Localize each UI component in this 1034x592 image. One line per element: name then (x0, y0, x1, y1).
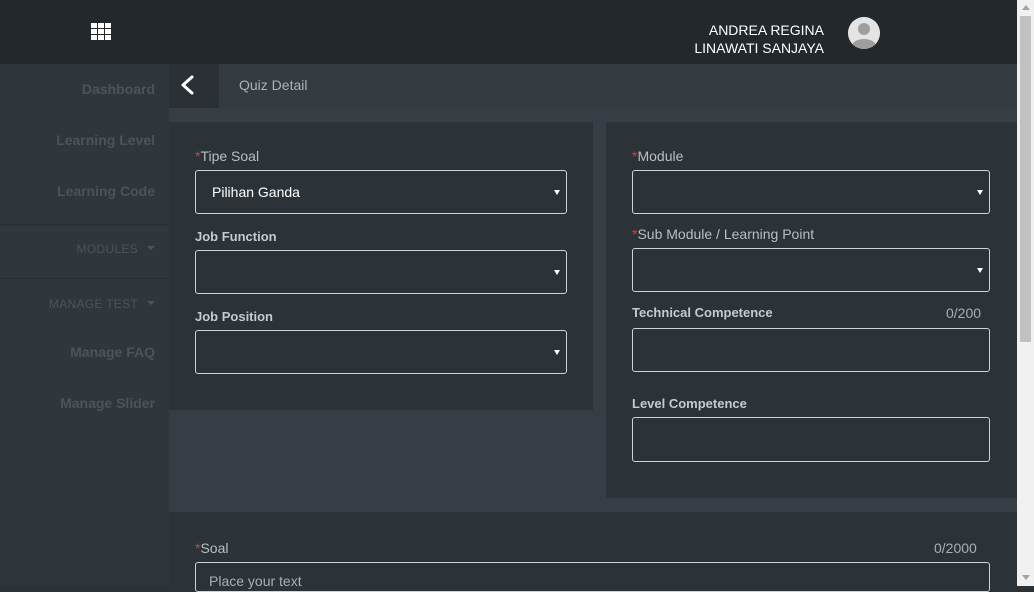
tipe-soal-label-text: Tipe Soal (200, 148, 260, 164)
module-select[interactable] (632, 170, 990, 214)
apps-grid-icon[interactable] (91, 23, 111, 40)
job-position-label: Job Position (195, 309, 273, 324)
tipe-soal-value: Pilihan Ganda (212, 184, 300, 200)
dropdown-arrow-icon (554, 350, 560, 355)
level-competence-label: Level Competence (632, 396, 747, 411)
chevron-left-icon (181, 75, 194, 95)
technical-competence-counter: 0/200 (946, 305, 982, 321)
sidebar-item-manage-slider[interactable]: Manage Slider (60, 395, 155, 411)
breadcrumb: Quiz Detail (169, 64, 1017, 108)
scrollbar-thumb[interactable] (1020, 16, 1031, 342)
tipe-soal-label: *Tipe Soal (195, 148, 259, 164)
sidebar-item-modules[interactable]: MODULES (77, 242, 155, 256)
sidebar-item-learning-code[interactable]: Learning Code (57, 183, 155, 199)
sub-module-label: *Sub Module / Learning Point (632, 226, 814, 242)
soal-label-text: Soal (200, 540, 229, 556)
module-label: *Module (632, 148, 683, 164)
scroll-down-arrow-icon[interactable] (1022, 575, 1030, 580)
sidebar-divider (0, 224, 169, 225)
dropdown-arrow-icon (977, 190, 983, 195)
dropdown-arrow-icon (977, 268, 983, 273)
soal-placeholder: Place your text (209, 573, 302, 589)
scroll-up-arrow-icon[interactable] (1022, 5, 1030, 10)
caret-down-icon (147, 246, 155, 250)
technical-competence-input[interactable] (632, 328, 990, 372)
sidebar-item-learning-level[interactable]: Learning Level (56, 132, 155, 148)
technical-competence-label: Technical Competence (632, 305, 773, 320)
avatar[interactable] (848, 17, 880, 49)
job-function-label: Job Function (195, 229, 277, 244)
sidebar-item-manage-faq[interactable]: Manage FAQ (70, 344, 155, 360)
tipe-soal-select[interactable]: Pilihan Ganda (195, 170, 567, 214)
sidebar-divider (0, 278, 169, 279)
module-label-text: Module (637, 148, 684, 164)
level-competence-input[interactable] (632, 417, 990, 462)
dropdown-arrow-icon (554, 270, 560, 275)
job-position-select[interactable] (195, 330, 567, 374)
top-bar: ANDREA REGINA LINAWATI SANJAYA (0, 0, 1017, 64)
sidebar: Dashboard Learning Level Learning Code M… (0, 64, 169, 586)
sub-module-select[interactable] (632, 248, 990, 292)
caret-down-icon (147, 301, 155, 305)
user-name-line2: LINAWATI SANJAYA (694, 40, 824, 56)
soal-label: *Soal (195, 540, 228, 556)
back-button[interactable] (169, 64, 213, 108)
sidebar-item-manage-test[interactable]: MANAGE TEST (49, 297, 155, 311)
sidebar-item-dashboard[interactable]: Dashboard (82, 81, 155, 97)
user-avatar-icon (848, 17, 880, 49)
soal-textarea[interactable]: Place your text (195, 562, 990, 592)
sidebar-item-modules-label: MODULES (76, 242, 138, 256)
sidebar-item-manage-test-label: MANAGE TEST (48, 297, 138, 311)
soal-counter: 0/2000 (934, 540, 977, 556)
page-title: Quiz Detail (239, 77, 308, 93)
user-name-line1: ANDREA REGINA (708, 22, 824, 38)
dropdown-arrow-icon (554, 190, 560, 195)
user-name[interactable]: ANDREA REGINA LINAWATI SANJAYA (694, 21, 824, 57)
job-function-select[interactable] (195, 250, 567, 294)
breadcrumb-divider (213, 64, 219, 108)
sub-module-label-text: Sub Module / Learning Point (637, 226, 815, 242)
